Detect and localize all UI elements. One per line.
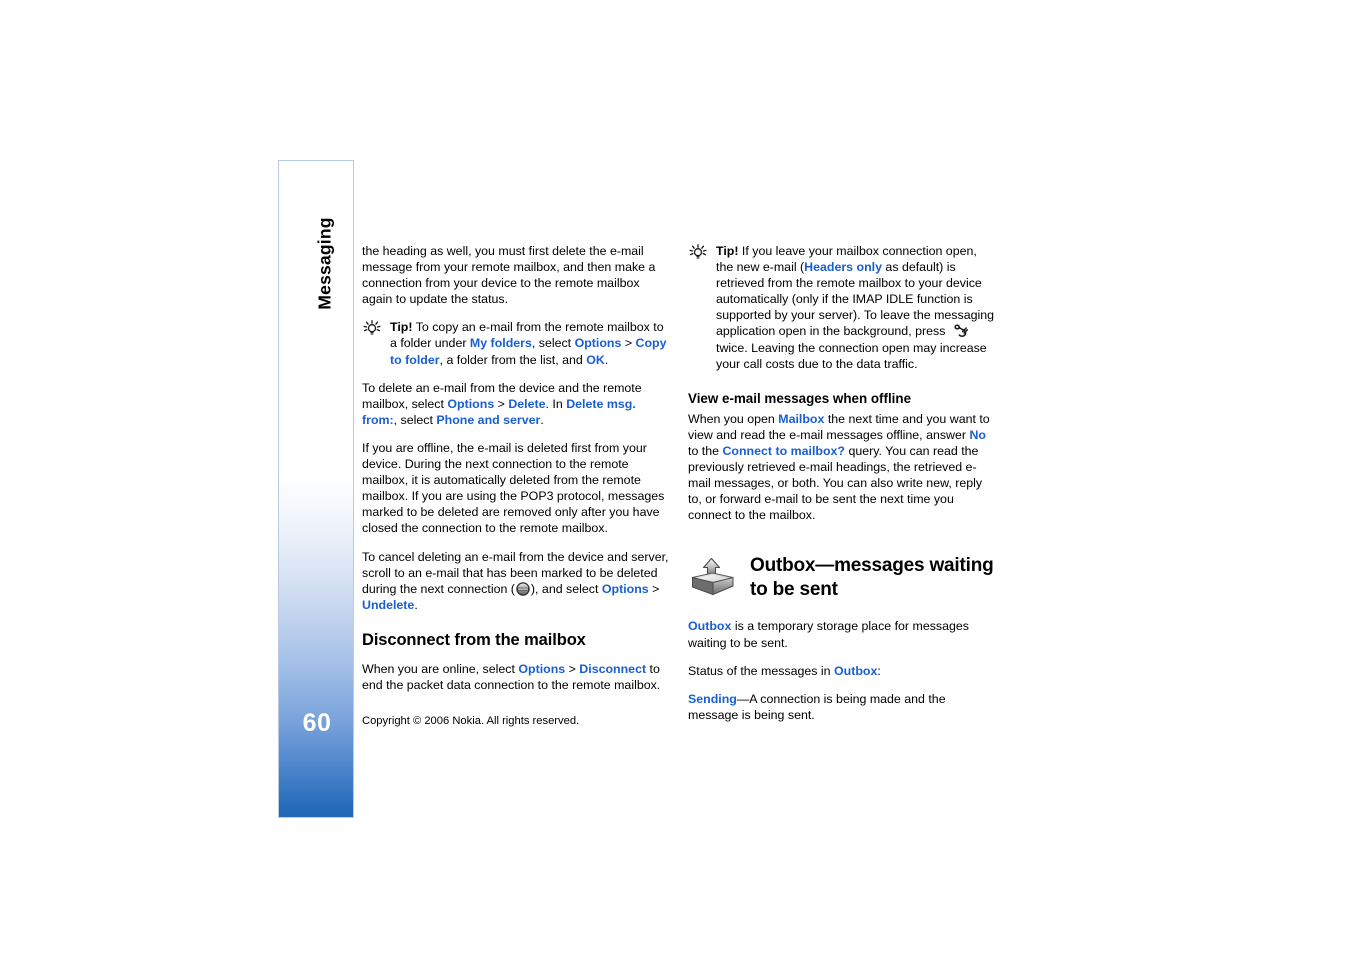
paragraph-offline-delete: If you are offline, the e-mail is delete… bbox=[362, 440, 671, 537]
chapter-tab-label-text: Messaging bbox=[314, 217, 335, 310]
left-text-column: the heading as well, you must first dele… bbox=[362, 243, 671, 705]
para2-text-3: , select bbox=[393, 412, 437, 427]
tip-block-copy-email: Tip! To copy an e-mail from the remote m… bbox=[362, 319, 671, 367]
paragraph-outbox-definition: Outbox is a temporary storage place for … bbox=[688, 618, 997, 650]
paragraph-status-sending: Sending—A connection is being made and t… bbox=[688, 691, 997, 723]
link-phone-and-server[interactable]: Phone and server bbox=[436, 413, 540, 427]
link-delete[interactable]: Delete bbox=[508, 397, 545, 411]
document-page: Messaging 60 the heading as well, you mu… bbox=[0, 0, 1351, 954]
separator-gt: > bbox=[494, 396, 509, 411]
separator-gt: > bbox=[621, 336, 636, 351]
lightbulb-tip-icon bbox=[688, 244, 708, 261]
copyright-notice: Copyright © 2006 Nokia. All rights reser… bbox=[362, 715, 580, 727]
link-headers-only[interactable]: Headers only bbox=[804, 260, 882, 274]
link-options[interactable]: Options bbox=[602, 582, 649, 596]
link-options[interactable]: Options bbox=[447, 397, 494, 411]
page-number: 60 bbox=[302, 709, 332, 737]
paragraph-heading-status: the heading as well, you must first dele… bbox=[362, 243, 671, 307]
rtip-text-3: twice. Leaving the connection open may i… bbox=[716, 340, 987, 371]
link-outbox[interactable]: Outbox bbox=[834, 664, 877, 678]
chapter-heading-outbox: Outbox—messages waiting to be sent bbox=[688, 554, 997, 602]
heading-disconnect-from-mailbox: Disconnect from the mailbox bbox=[362, 630, 586, 649]
rpara2-text: is a temporary storage place for message… bbox=[688, 619, 969, 650]
rpara3-text-2: : bbox=[877, 663, 881, 678]
tip-label: Tip! bbox=[716, 244, 739, 258]
para5-text-1: When you are online, select bbox=[362, 661, 519, 676]
link-mailbox[interactable]: Mailbox bbox=[778, 412, 824, 426]
paragraph-view-offline: When you open Mailbox the next time and … bbox=[688, 411, 997, 524]
link-disconnect[interactable]: Disconnect bbox=[579, 662, 646, 676]
tip-block-mailbox-open: Tip! If you leave your mailbox connectio… bbox=[688, 243, 997, 372]
menu-key-icon bbox=[953, 323, 969, 339]
link-undelete[interactable]: Undelete bbox=[362, 598, 414, 612]
chapter-tab-sidebar: Messaging 60 bbox=[278, 160, 354, 818]
paragraph-status-intro: Status of the messages in Outbox: bbox=[688, 663, 997, 679]
outbox-tray-icon bbox=[688, 556, 736, 598]
delete-marker-icon bbox=[516, 581, 530, 596]
separator-gt: > bbox=[565, 661, 580, 676]
paragraph-delete-email: To delete an e-mail from the device and … bbox=[362, 380, 671, 428]
link-outbox[interactable]: Outbox bbox=[688, 619, 731, 633]
link-connect-to-mailbox[interactable]: Connect to mailbox? bbox=[722, 444, 845, 458]
link-my-folders[interactable]: My folders bbox=[470, 336, 532, 350]
rpara1-text-3: to the bbox=[688, 443, 723, 458]
link-ok[interactable]: OK bbox=[586, 353, 605, 367]
heading-view-email-offline: View e-mail messages when offline bbox=[688, 390, 912, 406]
link-no[interactable]: No bbox=[969, 428, 986, 442]
link-options[interactable]: Options bbox=[518, 662, 565, 676]
tip-text-3: , a folder from the list, and bbox=[439, 352, 587, 367]
rpara1-text-1: When you open bbox=[688, 411, 779, 426]
para4-text-3: . bbox=[414, 597, 418, 612]
rpara3-text-1: Status of the messages in bbox=[688, 663, 835, 678]
paragraph-disconnect: When you are online, select Options > Di… bbox=[362, 661, 671, 693]
tip-text-2: , select bbox=[531, 336, 575, 351]
tip-text-4: . bbox=[604, 352, 609, 367]
right-text-column: Tip! If you leave your mailbox connectio… bbox=[688, 243, 997, 735]
link-options[interactable]: Options bbox=[575, 336, 622, 350]
para4-text-2: ), and select bbox=[530, 581, 602, 596]
chapter-title-line-2: to be sent bbox=[750, 579, 838, 601]
paragraph-cancel-delete: To cancel deleting an e-mail from the de… bbox=[362, 549, 671, 613]
lightbulb-tip-icon bbox=[362, 320, 382, 337]
chapter-title-line-1: Outbox—messages waiting bbox=[750, 555, 994, 577]
para3-text: If you are offline, the e-mail is delete… bbox=[362, 440, 665, 536]
tip-label: Tip! bbox=[390, 320, 413, 335]
para2-text-4: . bbox=[540, 412, 544, 427]
paragraph-text: the heading as well, you must first dele… bbox=[362, 244, 656, 307]
separator-gt: > bbox=[648, 581, 660, 596]
para2-text-2: . In bbox=[545, 396, 567, 411]
status-sending[interactable]: Sending bbox=[688, 692, 737, 706]
chapter-tab-label: Messaging bbox=[279, 217, 353, 309]
